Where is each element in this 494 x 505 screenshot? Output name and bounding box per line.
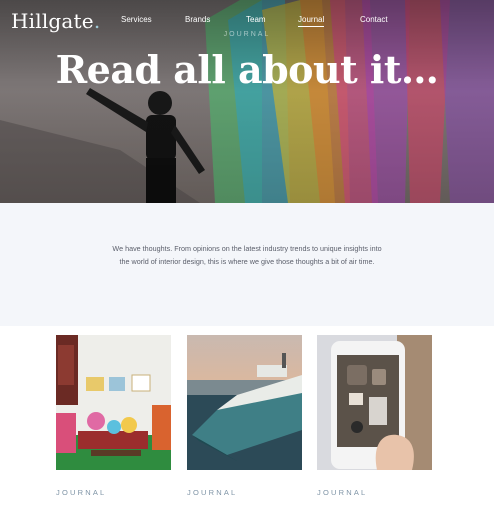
intro-text: We have thoughts. From opinions on the l… (112, 244, 382, 266)
journal-card[interactable]: JOURNAL (317, 335, 432, 505)
nav-services[interactable]: Services (121, 15, 152, 24)
journal-cards: JOURNAL JOURNAL JOURNAL (0, 326, 494, 502)
card-image-phone[interactable] (317, 335, 432, 470)
main-nav: Services Brands Team Journal Contact (0, 15, 494, 31)
hero-eyebrow: JOURNAL (223, 31, 271, 38)
card-category: JOURNAL (187, 488, 238, 497)
nav-contact[interactable]: Contact (360, 15, 388, 24)
journal-card[interactable]: JOURNAL (187, 335, 302, 505)
card-category: JOURNAL (56, 488, 107, 497)
intro-section: We have thoughts. From opinions on the l… (0, 203, 494, 326)
nav-team[interactable]: Team (246, 15, 266, 24)
page-title: Read all about it… (55, 47, 439, 92)
nav-brands[interactable]: Brands (185, 15, 210, 24)
card-image-living-room[interactable] (56, 335, 171, 470)
card-image-yacht[interactable] (187, 335, 302, 470)
card-category: JOURNAL (317, 488, 368, 497)
journal-card[interactable]: JOURNAL (56, 335, 171, 505)
nav-journal[interactable]: Journal (298, 15, 325, 27)
hero-banner: Hillgate. Services Brands Team Journal C… (0, 0, 494, 203)
